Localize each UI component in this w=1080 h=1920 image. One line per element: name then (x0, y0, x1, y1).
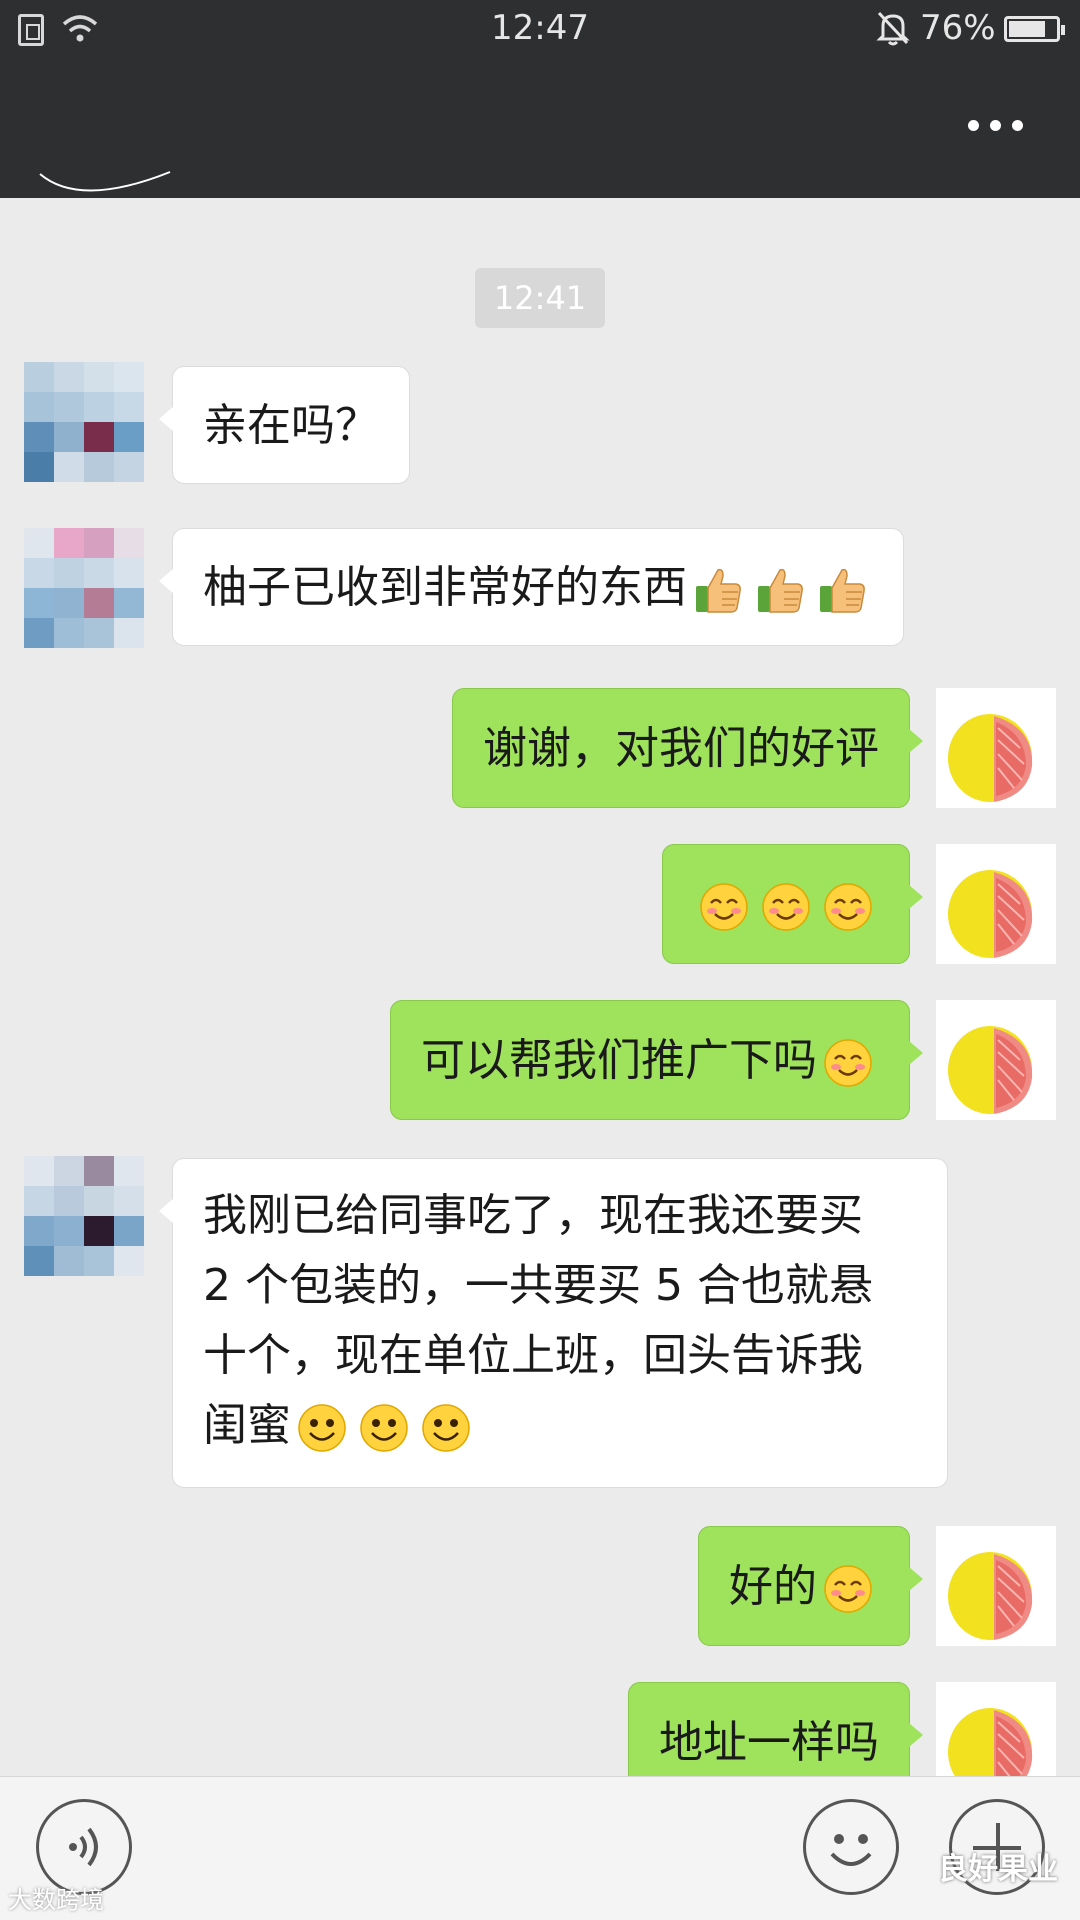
message-bubble-outgoing[interactable]: 地址一样吗 (628, 1682, 923, 1776)
customer-avatar[interactable] (24, 528, 144, 648)
smiley-icon (358, 1402, 410, 1454)
message-text: 亲在吗？ (203, 400, 379, 451)
message-line: 2 个包装的，一共要买 5 合也就悬 (203, 1260, 873, 1311)
smiling-face-icon (822, 1563, 874, 1615)
pomelo-avatar[interactable] (936, 1526, 1056, 1646)
battery-percentage: 76% (920, 8, 996, 48)
more-icon-dot (1012, 120, 1023, 131)
more-button[interactable] (960, 106, 1030, 146)
message-text: 柚子已收到非常好的东西 (203, 562, 687, 613)
pomelo-avatar[interactable] (936, 688, 1056, 808)
message-bubble-outgoing[interactable]: 好的 (698, 1526, 923, 1646)
message-bubble-incoming[interactable]: 我刚已给同事吃了，现在我还要买 2 个包装的，一共要买 5 合也就悬 十个，现在… (159, 1158, 948, 1488)
emoji-icon (830, 1834, 872, 1866)
message-text: 地址一样吗 (659, 1717, 879, 1768)
bell-off-icon (876, 11, 910, 46)
emoji-button[interactable] (803, 1799, 899, 1895)
customer-avatar[interactable] (24, 362, 144, 482)
pomelo-avatar[interactable] (936, 844, 1056, 964)
message-bubble-outgoing[interactable] (662, 844, 923, 964)
watermark-right-text: 良好果业 (938, 1852, 1058, 1887)
message-text: 谢谢，对我们的好评 (483, 723, 879, 774)
smiley-icon (420, 1402, 472, 1454)
watermark-right: 良好果业 (900, 1844, 1058, 1888)
message-text: 好的 (729, 1561, 817, 1612)
voice-icon (69, 1827, 98, 1867)
customer-avatar[interactable] (24, 1156, 144, 1276)
pomelo-avatar[interactable] (936, 1682, 1056, 1776)
smiling-face-icon (760, 881, 812, 933)
message-text: 可以帮我们推广下吗 (421, 1035, 817, 1086)
thumbs-up-icon (816, 564, 868, 616)
more-icon-dot (990, 120, 1001, 131)
thumbs-up-icon (692, 564, 744, 616)
status-bar: 12:47 76% (0, 0, 1080, 58)
message-line: 我刚已给同事吃了，现在我还要买 (203, 1190, 863, 1241)
message-line-last: 闺蜜 (203, 1393, 917, 1463)
message-bubble-incoming[interactable]: 柚子已收到非常好的东西 (159, 528, 904, 646)
status-time: 12:47 (491, 8, 589, 48)
watermark-left: 大数跨境 (8, 1886, 104, 1914)
smiling-face-icon (698, 881, 750, 933)
battery-icon (1004, 16, 1065, 42)
message-line: 十个，现在单位上班，回头告诉我 (203, 1330, 863, 1381)
chat-area[interactable]: 12:41 亲在吗？ 柚子已收到非常好的东西 谢谢，对我们的好评 可以帮我们推广… (0, 198, 1080, 1776)
pomelo-avatar[interactable] (936, 1000, 1056, 1120)
message-line: 闺蜜 (203, 1400, 291, 1451)
smiling-face-icon (822, 1037, 874, 1089)
message-bubble-outgoing[interactable]: 可以帮我们推广下吗 (390, 1000, 923, 1120)
message-bubble-incoming[interactable]: 亲在吗？ (159, 366, 410, 484)
message-bubble-outgoing[interactable]: 谢谢，对我们的好评 (452, 688, 923, 808)
smiley-icon (296, 1402, 348, 1454)
more-icon-dot (968, 120, 979, 131)
smiling-face-icon (822, 881, 874, 933)
thumbs-up-icon (754, 564, 806, 616)
chat-timestamp: 12:41 (475, 268, 605, 328)
